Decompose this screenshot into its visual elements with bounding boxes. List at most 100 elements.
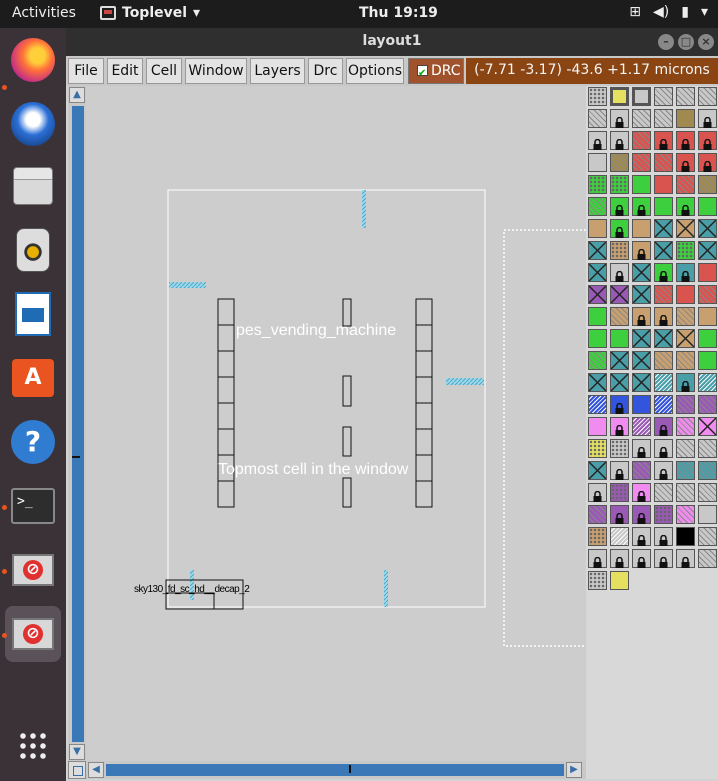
layer-swatch[interactable] (588, 87, 607, 106)
layer-swatch[interactable] (632, 219, 651, 238)
layer-swatch[interactable] (632, 175, 651, 194)
layer-swatch[interactable] (632, 395, 651, 414)
layer-swatch[interactable] (610, 439, 629, 458)
layer-swatch[interactable] (610, 109, 629, 128)
dock-terminal[interactable]: >_ (5, 478, 61, 534)
menu-options[interactable]: Options (346, 58, 404, 84)
activities-button[interactable]: Activities (12, 5, 76, 21)
dock-thunderbird[interactable] (5, 96, 61, 152)
layer-swatch[interactable] (588, 219, 607, 238)
layer-swatch[interactable] (698, 175, 717, 194)
layer-swatch[interactable] (588, 307, 607, 326)
layer-swatch[interactable] (654, 197, 673, 216)
layer-swatch[interactable] (610, 329, 629, 348)
layer-swatch[interactable] (654, 395, 673, 414)
layer-swatch[interactable] (588, 395, 607, 414)
layer-swatch[interactable] (588, 109, 607, 128)
layer-swatch[interactable] (588, 197, 607, 216)
layer-swatch[interactable] (610, 285, 629, 304)
menu-edit[interactable]: Edit (107, 58, 143, 84)
show-applications-button[interactable] (5, 718, 61, 774)
layer-swatch[interactable] (610, 241, 629, 260)
scroll-left-icon[interactable]: ◀ (88, 762, 104, 778)
layer-swatch[interactable] (698, 329, 717, 348)
layer-swatch[interactable] (676, 241, 695, 260)
layer-swatch[interactable] (698, 527, 717, 546)
menu-layers[interactable]: Layers (250, 58, 305, 84)
layer-swatch[interactable] (654, 461, 673, 480)
layer-swatch[interactable] (632, 505, 651, 524)
dock-rhythmbox[interactable] (5, 222, 61, 278)
layer-swatch[interactable] (610, 219, 629, 238)
vertical-scrollbar[interactable]: ▲ ▼ (68, 86, 86, 764)
layer-swatch[interactable] (676, 351, 695, 370)
layer-swatch[interactable] (676, 395, 695, 414)
layer-swatch[interactable] (698, 439, 717, 458)
layer-swatch[interactable] (676, 131, 695, 150)
layer-swatch[interactable] (588, 417, 607, 436)
layer-swatch[interactable] (654, 329, 673, 348)
scroll-down-icon[interactable]: ▼ (69, 744, 85, 760)
layer-swatch[interactable] (632, 549, 651, 568)
layer-swatch[interactable] (654, 351, 673, 370)
layer-swatch[interactable] (676, 263, 695, 282)
layer-swatch[interactable] (610, 87, 629, 106)
layer-swatch[interactable] (676, 373, 695, 392)
layer-swatch[interactable] (654, 373, 673, 392)
layer-swatch[interactable] (698, 461, 717, 480)
system-tray[interactable]: ⊞ ◀) ▮ ▾ (629, 4, 708, 20)
scroll-up-icon[interactable]: ▲ (69, 87, 85, 103)
menu-drc[interactable]: Drc (308, 58, 343, 84)
layer-swatch[interactable] (632, 307, 651, 326)
layer-swatch[interactable] (632, 87, 651, 106)
layer-swatch[interactable] (698, 483, 717, 502)
layer-swatch[interactable] (610, 373, 629, 392)
layer-swatch[interactable] (610, 483, 629, 502)
app-menu[interactable]: Toplevel ▾ (100, 5, 200, 21)
layer-swatch[interactable] (676, 87, 695, 106)
layer-swatch[interactable] (632, 263, 651, 282)
layer-swatch[interactable] (588, 549, 607, 568)
layer-swatch[interactable] (654, 439, 673, 458)
layer-swatch[interactable] (676, 307, 695, 326)
layer-swatch[interactable] (610, 395, 629, 414)
layer-swatch[interactable] (588, 439, 607, 458)
layer-swatch[interactable] (676, 549, 695, 568)
layer-swatch[interactable] (610, 307, 629, 326)
dock-software[interactable]: A (5, 350, 61, 406)
layer-swatch[interactable] (698, 241, 717, 260)
minimize-button[interactable]: – (658, 34, 674, 50)
layer-swatch[interactable] (632, 329, 651, 348)
layer-swatch[interactable] (632, 131, 651, 150)
menu-file[interactable]: File (68, 58, 104, 84)
layer-swatch[interactable] (654, 109, 673, 128)
window-titlebar[interactable]: layout1 – □ × (66, 28, 718, 56)
layer-swatch[interactable] (676, 175, 695, 194)
close-button[interactable]: × (698, 34, 714, 50)
layer-swatch[interactable] (654, 219, 673, 238)
layer-swatch[interactable] (654, 417, 673, 436)
layer-swatch[interactable] (654, 527, 673, 546)
menu-window[interactable]: Window (185, 58, 247, 84)
layer-swatch[interactable] (610, 417, 629, 436)
layer-swatch[interactable] (632, 439, 651, 458)
layer-swatch[interactable] (654, 307, 673, 326)
layer-swatch[interactable] (610, 263, 629, 282)
layer-swatch[interactable] (588, 483, 607, 502)
layer-swatch[interactable] (676, 417, 695, 436)
layer-swatch[interactable] (676, 329, 695, 348)
layer-swatch[interactable] (632, 527, 651, 546)
dock-files[interactable] (5, 158, 61, 214)
layer-swatch[interactable] (610, 351, 629, 370)
layer-swatch[interactable] (632, 241, 651, 260)
layer-swatch[interactable] (698, 131, 717, 150)
layer-swatch[interactable] (654, 241, 673, 260)
layer-swatch[interactable] (610, 131, 629, 150)
layer-swatch[interactable] (632, 109, 651, 128)
layer-swatch[interactable] (698, 285, 717, 304)
layer-swatch[interactable] (676, 219, 695, 238)
layer-swatch[interactable] (676, 505, 695, 524)
layer-swatch[interactable] (588, 241, 607, 260)
layer-swatch[interactable] (698, 395, 717, 414)
layer-swatch[interactable] (654, 505, 673, 524)
